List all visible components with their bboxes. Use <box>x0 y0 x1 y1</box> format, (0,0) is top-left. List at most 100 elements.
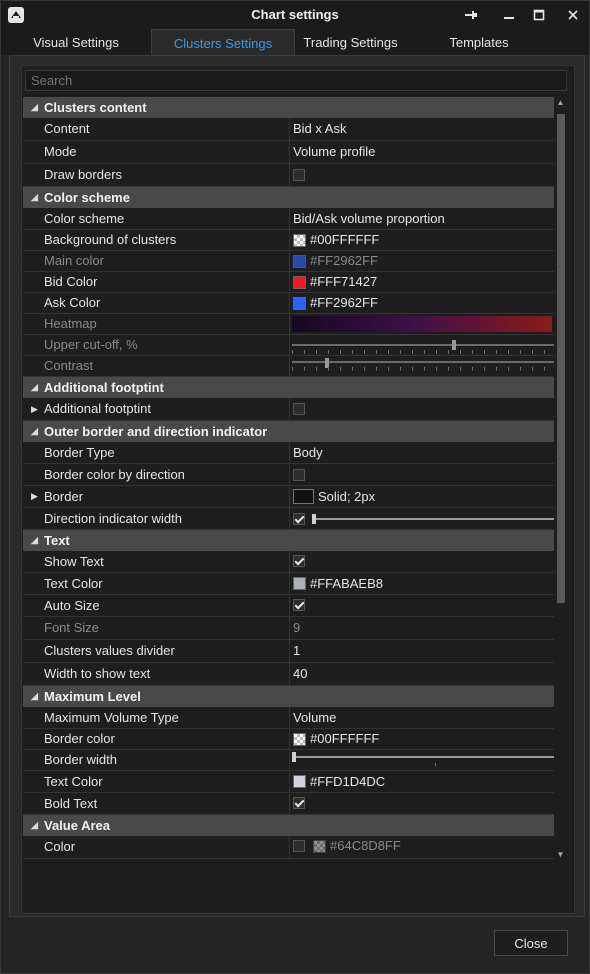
font-size-value: 9 <box>289 617 554 639</box>
property-row-draw-borders[interactable]: Draw borders <box>23 164 554 187</box>
color-swatch <box>293 255 306 268</box>
property-row-ask-color[interactable]: Ask Color #FF2962FF <box>23 293 554 314</box>
direction-indicator-slider-track[interactable] <box>312 518 554 520</box>
property-label: Ask Color <box>44 295 101 310</box>
property-row-main-color: Main color #FF2962FF <box>23 251 554 272</box>
color-scheme-value[interactable]: Bid/Ask volume proportion <box>289 208 554 229</box>
property-row-clusters-values-divider[interactable]: Clusters values divider 1 <box>23 640 554 663</box>
property-row-value-area-color[interactable]: Color #64C8D8FF <box>23 836 554 859</box>
collapse-triangle-icon[interactable]: ◢ <box>31 187 38 208</box>
color-swatch[interactable] <box>293 234 306 247</box>
color-swatch <box>313 840 326 853</box>
property-row-border-width[interactable]: Border width <box>23 750 554 771</box>
bold-text-checkbox[interactable] <box>293 797 305 809</box>
vertical-scrollbar[interactable]: ▲ ▼ <box>554 97 567 861</box>
tab-visual-settings[interactable]: Visual Settings <box>1 29 151 55</box>
color-swatch[interactable] <box>293 297 306 310</box>
additional-footprint-checkbox[interactable] <box>293 403 305 415</box>
border-width-slider[interactable] <box>289 750 554 770</box>
property-row-maximum-volume-type[interactable]: Maximum Volume Type Volume <box>23 707 554 729</box>
property-row-border-color[interactable]: Border color #00FFFFFF <box>23 729 554 750</box>
property-row-border-type[interactable]: Border Type Body <box>23 442 554 464</box>
property-label: Maximum Volume Type <box>44 710 179 725</box>
pin-icon[interactable] <box>461 5 481 25</box>
property-row-bold-text[interactable]: Bold Text <box>23 793 554 815</box>
property-row-additional-footprint[interactable]: ▶ Additional footptint <box>23 398 554 421</box>
scroll-up-icon[interactable]: ▲ <box>554 97 567 109</box>
clusters-values-divider-input[interactable]: 1 <box>289 640 554 662</box>
show-text-checkbox[interactable] <box>293 555 305 567</box>
property-row-heatmap: Heatmap <box>23 314 554 335</box>
max-text-color-picker[interactable]: #FFD1D4DC <box>289 771 554 792</box>
property-row-show-text[interactable]: Show Text <box>23 551 554 573</box>
collapse-triangle-icon[interactable]: ◢ <box>31 530 38 551</box>
property-row-mode[interactable]: Mode Volume profile <box>23 141 554 164</box>
section-maximum-level[interactable]: ◢ Maximum Level <box>23 686 554 707</box>
scroll-down-icon[interactable]: ▼ <box>554 849 567 861</box>
search-input[interactable] <box>25 70 567 91</box>
property-row-border[interactable]: ▶ Border Solid; 2px <box>23 486 554 508</box>
property-label: Draw borders <box>44 167 123 182</box>
auto-size-checkbox[interactable] <box>293 599 305 611</box>
property-row-width-to-show-text[interactable]: Width to show text 40 <box>23 663 554 686</box>
collapse-triangle-icon[interactable]: ◢ <box>31 97 38 118</box>
mode-value[interactable]: Volume profile <box>289 141 554 163</box>
collapse-triangle-icon[interactable]: ◢ <box>31 815 38 836</box>
border-style-value[interactable]: Solid; 2px <box>289 486 554 507</box>
property-row-text-color[interactable]: Text Color #FFABAEB8 <box>23 573 554 595</box>
property-label: Width to show text <box>44 666 151 681</box>
section-additional-footprint[interactable]: ◢ Additional footptint <box>23 377 554 398</box>
color-swatch[interactable] <box>293 276 306 289</box>
property-row-border-color-by-direction[interactable]: Border color by direction <box>23 464 554 486</box>
expand-arrow-icon[interactable]: ▶ <box>31 398 38 420</box>
color-swatch[interactable] <box>293 733 306 746</box>
expand-arrow-icon[interactable]: ▶ <box>31 486 38 507</box>
scrollbar-thumb[interactable] <box>557 114 565 603</box>
width-to-show-text-input[interactable]: 40 <box>289 663 554 685</box>
section-color-scheme[interactable]: ◢ Color scheme <box>23 187 554 208</box>
minimize-icon[interactable] <box>499 5 519 25</box>
tab-clusters-settings[interactable]: Clusters Settings <box>151 29 295 55</box>
property-row-background-of-clusters[interactable]: Background of clusters #00FFFFFF <box>23 230 554 251</box>
property-row-direction-indicator-width[interactable]: Direction indicator width <box>23 508 554 530</box>
background-color-picker[interactable]: #00FFFFFF <box>289 230 554 250</box>
section-clusters-content[interactable]: ◢ Clusters content <box>23 97 554 118</box>
value-text: 1 <box>293 643 301 658</box>
draw-borders-checkbox[interactable] <box>293 169 305 181</box>
color-value-text: #FFABAEB8 <box>310 576 383 591</box>
close-button[interactable]: Close <box>494 930 568 956</box>
slider-thumb[interactable] <box>292 752 296 762</box>
section-value-area[interactable]: ◢ Value Area <box>23 815 554 836</box>
section-outer-border[interactable]: ◢ Outer border and direction indicator <box>23 421 554 442</box>
property-row-auto-size[interactable]: Auto Size <box>23 595 554 617</box>
content-value[interactable]: Bid x Ask <box>289 118 554 140</box>
maximize-icon[interactable] <box>529 5 549 25</box>
border-color-by-direction-checkbox[interactable] <box>293 469 305 481</box>
property-row-font-size: Font Size 9 <box>23 617 554 640</box>
collapse-triangle-icon[interactable]: ◢ <box>31 377 38 398</box>
value-area-color-checkbox[interactable] <box>293 840 305 852</box>
color-swatch[interactable] <box>293 775 306 788</box>
border-color-picker[interactable]: #00FFFFFF <box>289 729 554 749</box>
ask-color-picker[interactable]: #FF2962FF <box>289 293 554 313</box>
property-row-max-text-color[interactable]: Text Color #FFD1D4DC <box>23 771 554 793</box>
text-color-picker[interactable]: #FFABAEB8 <box>289 573 554 594</box>
direction-indicator-slider-thumb[interactable] <box>312 514 316 524</box>
tab-trading-settings[interactable]: Trading Settings <box>293 29 408 55</box>
direction-indicator-checkbox[interactable] <box>293 513 305 525</box>
collapse-triangle-icon[interactable]: ◢ <box>31 421 38 442</box>
property-row-contrast: Contrast <box>23 356 554 377</box>
maximum-volume-type-value[interactable]: Volume <box>289 707 554 728</box>
property-row-color-scheme[interactable]: Color scheme Bid/Ask volume proportion <box>23 208 554 230</box>
color-swatch[interactable] <box>293 577 306 590</box>
property-row-content[interactable]: Content Bid x Ask <box>23 118 554 141</box>
border-type-value[interactable]: Body <box>289 442 554 463</box>
tab-templates[interactable]: Templates <box>408 29 550 55</box>
slider-track[interactable] <box>292 756 554 758</box>
section-text[interactable]: ◢ Text <box>23 530 554 551</box>
property-row-bid-color[interactable]: Bid Color #FFF71427 <box>23 272 554 293</box>
property-label: Direction indicator width <box>44 511 183 526</box>
bid-color-picker[interactable]: #FFF71427 <box>289 272 554 292</box>
close-icon[interactable] <box>563 5 583 25</box>
collapse-triangle-icon[interactable]: ◢ <box>31 686 38 707</box>
